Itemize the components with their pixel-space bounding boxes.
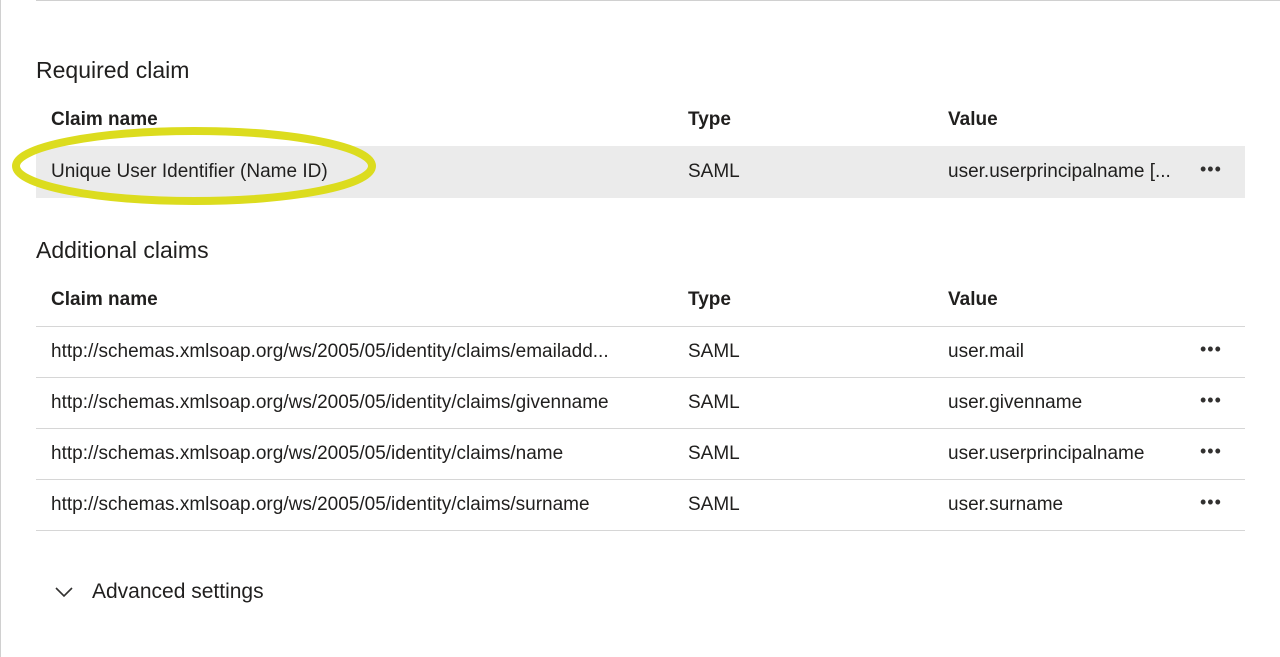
- additional-claims-table: Claim name Type Value http://schemas.xml…: [36, 282, 1245, 531]
- table-row[interactable]: http://schemas.xmlsoap.org/ws/2005/05/id…: [36, 428, 1245, 479]
- table-header: Claim name Type Value: [36, 102, 1245, 146]
- table-row[interactable]: http://schemas.xmlsoap.org/ws/2005/05/id…: [36, 326, 1245, 377]
- more-options-button[interactable]: •••: [1200, 159, 1222, 180]
- column-header-value: Value: [948, 109, 998, 130]
- more-options-button[interactable]: •••: [1200, 339, 1222, 360]
- claim-type-cell: SAML: [688, 443, 740, 464]
- claim-type-cell: SAML: [688, 392, 740, 413]
- claim-name-cell: http://schemas.xmlsoap.org/ws/2005/05/id…: [51, 494, 590, 515]
- table-row[interactable]: http://schemas.xmlsoap.org/ws/2005/05/id…: [36, 479, 1245, 531]
- column-header-claim-name: Claim name: [51, 109, 158, 130]
- more-options-button[interactable]: •••: [1200, 390, 1222, 411]
- claim-value-cell: user.givenname: [948, 392, 1083, 413]
- panel-left-border: [0, 0, 1, 657]
- claim-value-cell: user.mail: [948, 341, 1025, 362]
- claim-value-cell: user.userprincipalname [...: [948, 161, 1171, 182]
- required-claim-heading: Required claim: [36, 57, 190, 83]
- column-header-type: Type: [688, 109, 731, 130]
- more-options-button[interactable]: •••: [1200, 441, 1222, 462]
- panel-top-divider: [36, 0, 1280, 1]
- claim-type-cell: SAML: [688, 494, 740, 515]
- column-header-type: Type: [688, 289, 731, 310]
- advanced-settings-label: Advanced settings: [92, 580, 264, 603]
- table-row[interactable]: Unique User Identifier (Name ID) SAML us…: [36, 146, 1245, 198]
- claim-name-cell: Unique User Identifier (Name ID): [51, 161, 328, 182]
- claim-value-cell: user.surname: [948, 494, 1064, 515]
- advanced-settings-toggle[interactable]: Advanced settings: [52, 580, 264, 604]
- claim-name-cell: http://schemas.xmlsoap.org/ws/2005/05/id…: [51, 341, 609, 362]
- more-options-button[interactable]: •••: [1200, 492, 1222, 513]
- claim-name-cell: http://schemas.xmlsoap.org/ws/2005/05/id…: [51, 392, 609, 413]
- claim-value-cell: user.userprincipalname: [948, 443, 1145, 464]
- claim-type-cell: SAML: [688, 341, 740, 362]
- claim-name-cell: http://schemas.xmlsoap.org/ws/2005/05/id…: [51, 443, 564, 464]
- column-header-value: Value: [948, 289, 998, 310]
- column-header-claim-name: Claim name: [51, 289, 158, 310]
- additional-claims-heading: Additional claims: [36, 237, 209, 263]
- table-header: Claim name Type Value: [36, 282, 1245, 326]
- required-claim-table: Claim name Type Value Unique User Identi…: [36, 102, 1245, 198]
- chevron-down-icon: [55, 587, 73, 598]
- claim-type-cell: SAML: [688, 161, 740, 182]
- table-row[interactable]: http://schemas.xmlsoap.org/ws/2005/05/id…: [36, 377, 1245, 428]
